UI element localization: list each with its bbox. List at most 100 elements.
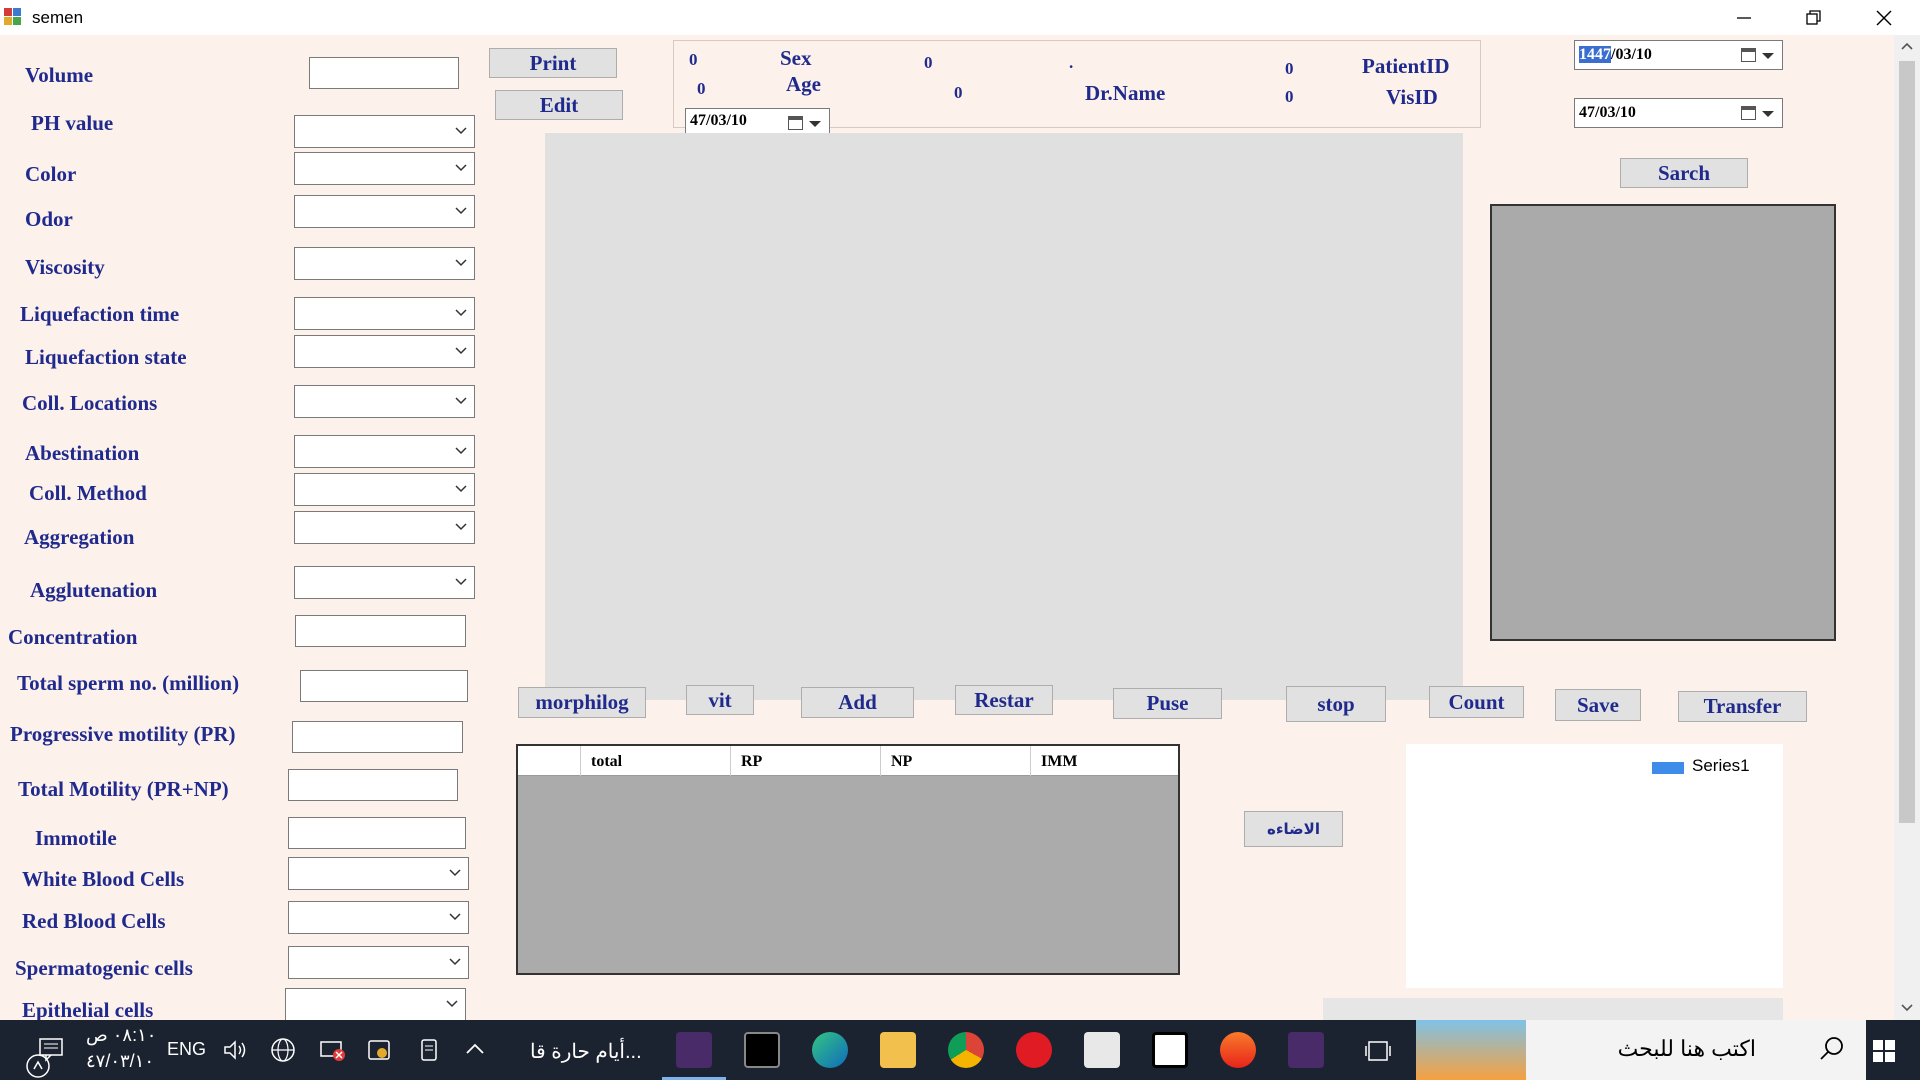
label-abestination: Abestination: [25, 441, 140, 465]
microscope-image-area[interactable]: [545, 133, 1463, 700]
spermatogenic-cells-select[interactable]: [288, 946, 469, 979]
calendar-icon: [1741, 48, 1756, 62]
notifications-icon[interactable]: [38, 1036, 64, 1062]
label-concentration: Concentration: [8, 625, 138, 649]
window-title: semen: [32, 8, 84, 27]
app-thumbnail-icon[interactable]: [676, 1032, 712, 1068]
scrollbar-thumb[interactable]: [1899, 61, 1915, 823]
vit-button[interactable]: vit: [686, 685, 754, 715]
show-hidden-icons-icon[interactable]: [464, 1040, 486, 1058]
red-blood-cells-select[interactable]: [288, 901, 469, 934]
coll-method-select[interactable]: [294, 473, 475, 506]
ph-select[interactable]: [294, 115, 475, 148]
grid-column-header[interactable]: IMM: [1030, 746, 1178, 776]
label-odor: Odor: [25, 207, 73, 231]
scroll-up-icon[interactable]: [1900, 41, 1914, 51]
total-motility-input[interactable]: [288, 769, 458, 801]
security-icon[interactable]: [366, 1037, 392, 1063]
lighting-button[interactable]: الاضاءه: [1244, 811, 1343, 847]
search-placeholder: اكتب هنا للبحث: [1617, 1036, 1756, 1061]
grid-column-header[interactable]: total: [580, 746, 730, 776]
opera-icon[interactable]: [1016, 1032, 1052, 1068]
chevron-down-icon: [455, 578, 467, 586]
add-button[interactable]: Add: [801, 687, 914, 718]
results-list[interactable]: [1490, 204, 1836, 641]
app-thumbnail-icon[interactable]: [1288, 1032, 1324, 1068]
volume-icon[interactable]: [222, 1038, 248, 1062]
pause-button[interactable]: Puse: [1113, 688, 1222, 719]
network-disconnected-icon[interactable]: [318, 1038, 346, 1062]
sex-label: Sex: [780, 46, 812, 70]
taskbar: ٠٨:١٠ ص ٤٧/٠٣/١٠ ENG أيام حارة قا... اكت…: [0, 1020, 1920, 1080]
terminal-icon[interactable]: [744, 1032, 780, 1068]
app-icon[interactable]: [1220, 1032, 1256, 1068]
to-date-picker[interactable]: 47/03/10: [1574, 98, 1783, 128]
morphology-button[interactable]: morphilog: [518, 687, 646, 718]
windows-start-icon[interactable]: [1872, 1039, 1896, 1063]
taskbar-search-box[interactable]: اكتب هنا للبحث: [1416, 1020, 1866, 1080]
liquefaction-state-select[interactable]: [294, 335, 475, 368]
aggregation-select[interactable]: [294, 511, 475, 544]
label-red-blood-cells: Red Blood Cells: [22, 909, 166, 933]
grid-column-header[interactable]: NP: [880, 746, 1030, 776]
scroll-down-icon[interactable]: [1900, 1003, 1914, 1013]
taskbar-window-title[interactable]: أيام حارة قا...: [530, 1039, 642, 1064]
chart: Series1: [1406, 744, 1783, 988]
restart-button[interactable]: Restar: [955, 685, 1053, 715]
edge-icon[interactable]: [812, 1032, 848, 1068]
chevron-down-icon: [449, 958, 461, 966]
snipping-tool-icon[interactable]: [1084, 1032, 1120, 1068]
close-button[interactable]: [1849, 0, 1919, 35]
clock-date[interactable]: ٤٧/٠٣/١٠: [86, 1051, 154, 1072]
label-epithelial-cells: Epithelial cells: [22, 998, 154, 1020]
search-icon: [1820, 1037, 1843, 1060]
globe-icon[interactable]: [270, 1037, 296, 1063]
results-grid[interactable]: total RP NP IMM: [516, 744, 1180, 975]
coll-locations-select[interactable]: [294, 385, 475, 418]
vertical-scrollbar[interactable]: [1894, 35, 1920, 1020]
progressive-motility-input[interactable]: [292, 721, 463, 753]
save-button[interactable]: Save: [1555, 689, 1641, 721]
label-volume: Volume: [25, 63, 94, 87]
search-button[interactable]: Sarch: [1620, 158, 1748, 188]
chrome-icon[interactable]: [948, 1032, 984, 1068]
clock-time[interactable]: ٠٨:١٠ ص: [86, 1025, 156, 1046]
app-icon[interactable]: [1152, 1032, 1188, 1068]
odor-select[interactable]: [294, 195, 475, 228]
print-button[interactable]: Print: [489, 48, 617, 78]
restore-button[interactable]: [1779, 0, 1849, 35]
edit-button[interactable]: Edit: [495, 90, 623, 120]
stop-button[interactable]: stop: [1286, 686, 1386, 722]
white-blood-cells-select[interactable]: [288, 857, 469, 890]
transfer-button[interactable]: Transfer: [1678, 691, 1807, 722]
viscosity-select[interactable]: [294, 247, 475, 280]
volume-input[interactable]: [309, 57, 459, 89]
visid-value: 0: [1285, 87, 1294, 106]
liquefaction-time-select[interactable]: [294, 297, 475, 330]
meet-now-icon[interactable]: [418, 1037, 440, 1063]
info-value: 0: [689, 50, 698, 69]
total-sperm-input[interactable]: [300, 670, 468, 702]
epithelial-cells-select[interactable]: [285, 988, 466, 1020]
sex-value: 0: [924, 53, 933, 72]
abestination-select[interactable]: [294, 435, 475, 468]
immotile-input[interactable]: [288, 817, 466, 849]
horizontal-scrollbar[interactable]: [1323, 998, 1783, 1020]
minimize-button[interactable]: [1709, 0, 1779, 35]
file-explorer-icon[interactable]: [880, 1032, 916, 1068]
patient-info-box: 0 Sex 0 . 0 PatientID 0 Age 0 Dr.Name 0 …: [673, 40, 1481, 136]
label-liquefaction-state: Liquefaction state: [25, 345, 187, 369]
drname-value: 0: [954, 83, 963, 102]
grid-column-header[interactable]: RP: [730, 746, 880, 776]
label-color: Color: [25, 162, 77, 186]
task-view-icon[interactable]: [1365, 1038, 1391, 1064]
from-date-picker[interactable]: 1447/03/10: [1574, 40, 1783, 70]
visit-date: 47/03/10: [690, 112, 747, 129]
visit-date-picker[interactable]: 47/03/10: [685, 108, 830, 136]
concentration-input[interactable]: [295, 615, 466, 647]
color-select[interactable]: [294, 152, 475, 185]
agglutenation-select[interactable]: [294, 566, 475, 599]
language-indicator[interactable]: ENG: [167, 1039, 206, 1060]
visid-label: VisID: [1386, 85, 1438, 109]
count-button[interactable]: Count: [1429, 686, 1524, 718]
